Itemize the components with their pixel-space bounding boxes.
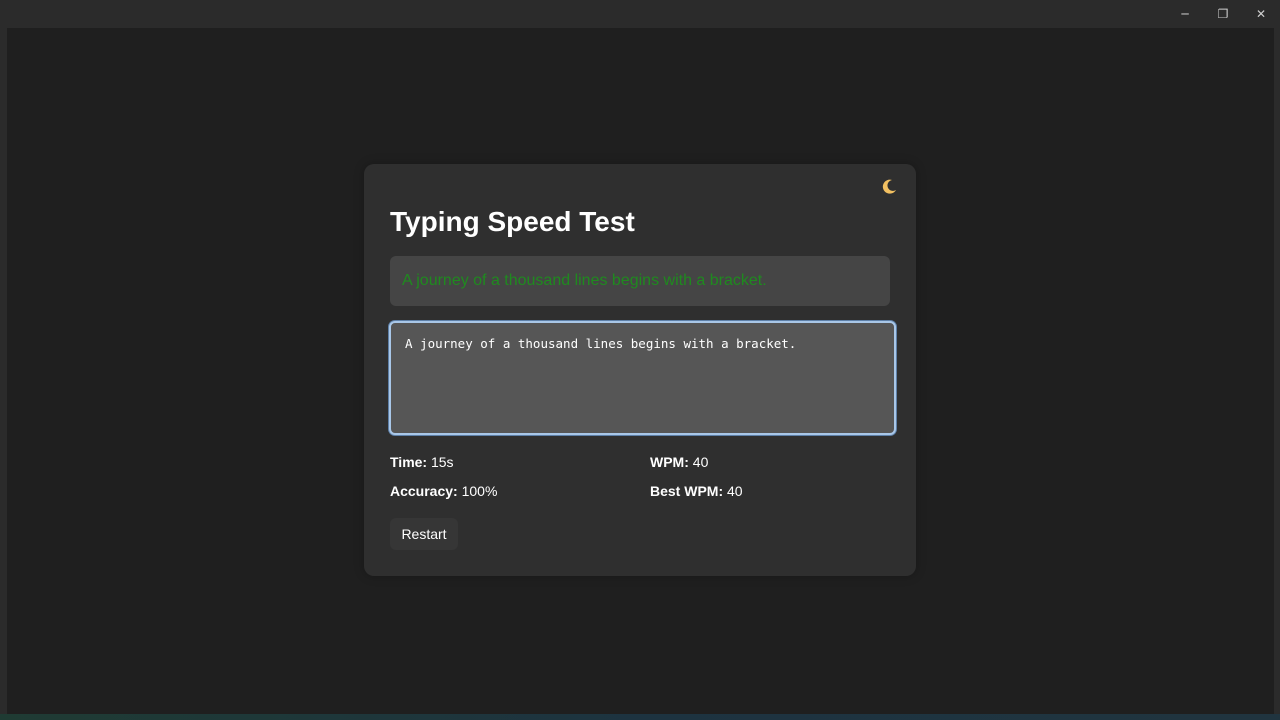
restore-button[interactable]: ❐ bbox=[1204, 0, 1242, 28]
restore-icon: ❐ bbox=[1217, 7, 1229, 21]
theme-toggle-button[interactable] bbox=[878, 176, 900, 198]
time-stat: Time: 15s bbox=[390, 454, 454, 470]
prompt-text-box: A journey of a thousand lines begins wit… bbox=[390, 256, 890, 306]
window-controls: ─ ❐ ✕ bbox=[1166, 0, 1280, 28]
wpm-stat: WPM: 40 bbox=[650, 454, 708, 470]
moon-icon bbox=[882, 179, 896, 194]
close-button[interactable]: ✕ bbox=[1242, 0, 1280, 28]
wpm-value: 40 bbox=[692, 454, 709, 470]
time-value: 15s bbox=[430, 454, 454, 470]
best-wpm-stat: Best WPM: 40 bbox=[650, 483, 743, 499]
accuracy-label: Accuracy: bbox=[390, 483, 458, 499]
close-icon: ✕ bbox=[1255, 7, 1267, 21]
best-wpm-label: Best WPM: bbox=[650, 483, 724, 499]
app-viewport: Typing Speed Test A journey of a thousan… bbox=[7, 28, 1274, 714]
wpm-label: WPM: bbox=[650, 454, 689, 470]
minimize-button[interactable]: ─ bbox=[1166, 0, 1204, 28]
restart-button[interactable]: Restart bbox=[390, 518, 458, 550]
taskbar-edge bbox=[0, 714, 1280, 720]
page-title: Typing Speed Test bbox=[390, 206, 635, 237]
typing-input[interactable]: A journey of a thousand lines begins wit… bbox=[389, 321, 896, 435]
window-titlebar: ─ ❐ ✕ bbox=[0, 0, 1280, 28]
prompt-text: A journey of a thousand lines begins wit… bbox=[402, 272, 767, 289]
best-wpm-value: 40 bbox=[727, 483, 743, 499]
accuracy-value: 100% bbox=[461, 483, 498, 499]
typing-test-card: Typing Speed Test A journey of a thousan… bbox=[364, 164, 916, 576]
accuracy-stat: Accuracy: 100% bbox=[390, 483, 497, 499]
time-label: Time: bbox=[390, 454, 428, 470]
minimize-icon: ─ bbox=[1181, 7, 1189, 21]
